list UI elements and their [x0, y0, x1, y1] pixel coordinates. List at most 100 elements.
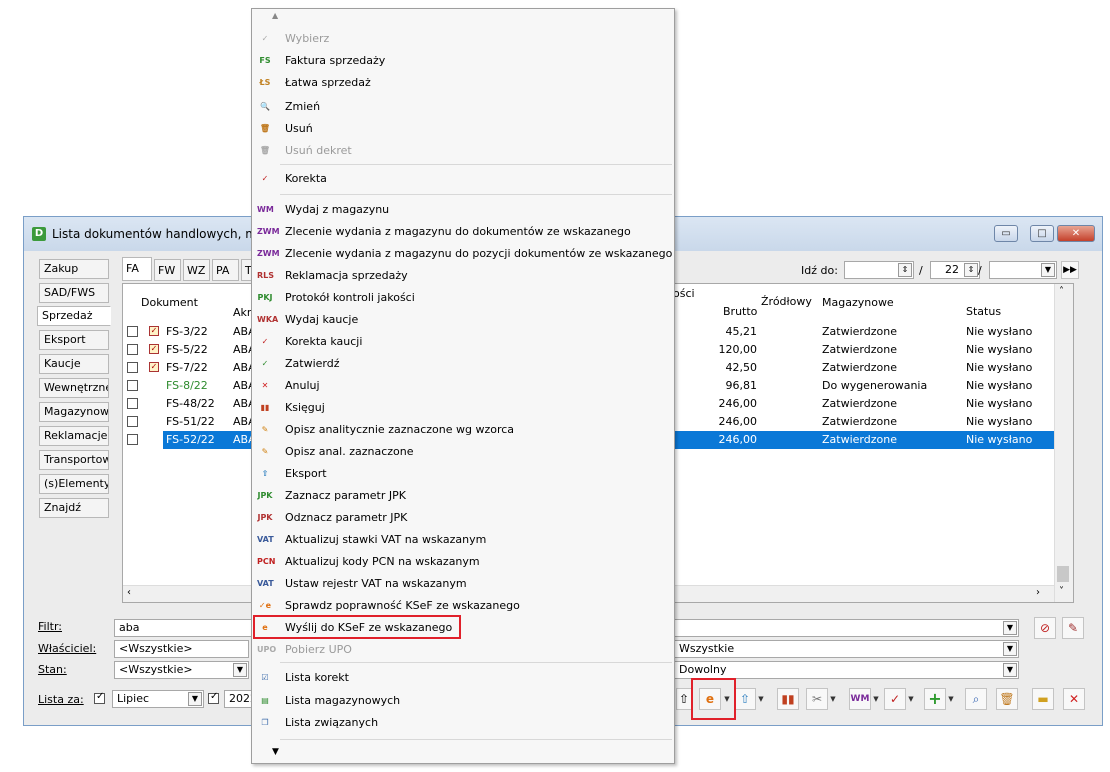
menu-item[interactable]: ✕ Anuluj [252, 375, 674, 397]
menu-item[interactable]: ❐ Lista związanych [252, 712, 674, 734]
state-select[interactable]: <Wszystkie> ▼ [114, 661, 249, 679]
tab-wz[interactable]: WZ [183, 259, 210, 281]
upload-button[interactable]: ⇧ [734, 688, 756, 710]
menu-item[interactable]: ✓ Wybierz [252, 28, 674, 50]
menu-item[interactable]: RLS Reklamacja sprzedaży [252, 265, 674, 287]
menu-item[interactable]: WM Wydaj z magazynu [252, 199, 674, 221]
minimize-button[interactable]: ▭ [994, 225, 1018, 242]
menu-item[interactable]: ⇧ Eksport [252, 463, 674, 485]
goto-input[interactable]: ⇕ [844, 261, 914, 279]
header-status[interactable]: Status [966, 305, 1001, 318]
menu-item[interactable]: ✓ Korekta [252, 168, 674, 190]
menu-item[interactable]: 🗑 Usuń dekret [252, 140, 674, 162]
scroll-left-icon[interactable]: ‹ [127, 587, 131, 598]
vtab-reklamacje[interactable]: Reklamacje [39, 426, 109, 446]
tab-fa[interactable]: FA [122, 257, 152, 281]
close-window-button[interactable]: ✕ [1063, 688, 1085, 710]
row-checkbox[interactable] [127, 344, 138, 355]
last-page-button[interactable]: ▶▶ [1061, 261, 1079, 279]
menu-item[interactable]: 🗑 Usuń [252, 118, 674, 140]
year-field[interactable]: 2022 [224, 690, 252, 708]
menu-item[interactable]: UPO Pobierz UPO [252, 639, 674, 661]
close-button[interactable]: ✕ [1057, 225, 1095, 242]
export-button[interactable]: ⇧ [676, 688, 692, 710]
menu-item[interactable]: ✎ Opisz analitycznie zaznaczone wg wzorca [252, 419, 674, 441]
vtab-kaucje[interactable]: Kaucje [39, 354, 109, 374]
menu-item[interactable]: ✎ Opisz anal. zaznaczone [252, 441, 674, 463]
correction-dropdown-arrow[interactable]: ▼ [907, 688, 915, 710]
vtab-eksport[interactable]: Eksport [39, 330, 109, 350]
chevron-down-icon[interactable]: ▼ [233, 663, 247, 677]
owner-select[interactable]: <Wszystkie> [114, 640, 249, 658]
menu-item[interactable]: FS Faktura sprzedaży [252, 50, 674, 72]
chevron-down-icon[interactable]: ▼ [1003, 621, 1017, 635]
chevron-down-icon[interactable]: ▼ [1003, 663, 1017, 677]
menu-item[interactable]: WKA Wydaj kaucje [252, 309, 674, 331]
owner-right-select[interactable]: Wszystkie ▼ [674, 640, 1019, 658]
menu-item[interactable]: ☑ Lista korekt [252, 667, 674, 689]
row-checkbox[interactable] [127, 380, 138, 391]
menu-item[interactable]: VAT Ustaw rejestr VAT na wskazanym [252, 573, 674, 595]
month-select[interactable]: Lipiec ▼ [112, 690, 204, 708]
spin-icon[interactable]: ⇕ [964, 263, 978, 277]
header-magazynowe[interactable]: Magazynowe [822, 296, 894, 309]
scroll-up-icon[interactable]: ˄ [1059, 286, 1064, 297]
menu-item[interactable]: ✓e Sprawdz poprawność KSeF ze wskazanego [252, 595, 674, 617]
vertical-scrollbar[interactable]: ˄ ˅ [1054, 284, 1073, 602]
header-group[interactable]: ości [673, 287, 695, 300]
state-right-select[interactable]: Dowolny ▼ [674, 661, 1019, 679]
vtab-wewnetrzne[interactable]: Wewnętrzne [39, 378, 109, 398]
add-dropdown-arrow[interactable]: ▼ [947, 688, 955, 710]
header-zrodlowy[interactable]: Źródłowy [761, 295, 812, 308]
chevron-down-icon[interactable]: ▼ [1041, 263, 1055, 277]
scroll-thumb[interactable] [1057, 566, 1069, 582]
tools-button[interactable]: ✂ [806, 688, 828, 710]
menu-item[interactable]: JPK Odznacz parametr JPK [252, 507, 674, 529]
row-checkbox[interactable] [127, 326, 138, 337]
add-button[interactable]: + [924, 688, 946, 710]
wm-button[interactable]: WM [849, 688, 871, 710]
menu-item[interactable]: JPK Zaznacz parametr JPK [252, 485, 674, 507]
menu-scroll-down-icon[interactable]: ▼ [272, 747, 279, 757]
menu-item[interactable]: ▮▮ Księguj [252, 397, 674, 419]
year-checkbox[interactable]: ✓ [208, 691, 219, 704]
vtab-transportowe[interactable]: Transportowe [39, 450, 109, 470]
transport-button[interactable]: ▬ [1032, 688, 1054, 710]
tab-fw[interactable]: FW [154, 259, 181, 281]
vtab-sad-fws[interactable]: SAD/FWS [39, 283, 109, 303]
spin-icon[interactable]: ⇕ [898, 263, 912, 277]
tab-pa[interactable]: PA [212, 259, 239, 281]
menu-item[interactable]: ✓ Zatwierdź [252, 353, 674, 375]
book-button[interactable]: ▮▮ [777, 688, 799, 710]
clear-filter-button[interactable]: ⊘ [1034, 617, 1056, 639]
row-checkbox[interactable] [127, 416, 138, 427]
vtab-zakup[interactable]: Zakup [39, 259, 109, 279]
header-brutto[interactable]: Brutto [723, 305, 757, 318]
scroll-down-icon[interactable]: ˅ [1059, 586, 1064, 597]
filter-settings-button[interactable]: ✎ [1062, 617, 1084, 639]
page-select[interactable]: ▼ [989, 261, 1057, 279]
menu-item[interactable]: ✓ Korekta kaucji [252, 331, 674, 353]
menu-item[interactable]: ▤ Lista magazynowych [252, 690, 674, 712]
list-for-checkbox[interactable]: ✓ [94, 691, 105, 704]
tools-dropdown-arrow[interactable]: ▼ [829, 688, 837, 710]
row-checkbox[interactable] [127, 434, 138, 445]
page-input[interactable]: 22 ⇕ [930, 261, 980, 279]
menu-scroll-up-icon[interactable]: ▲ [272, 11, 278, 20]
menu-item[interactable]: PKJ Protokół kontroli jakości [252, 287, 674, 309]
menu-item[interactable]: 🔍 Zmień [252, 96, 674, 118]
vtab-selementy[interactable]: (s)Elementy [39, 474, 109, 494]
menu-item[interactable]: ZWM Zlecenie wydania z magazynu do pozycj… [252, 243, 674, 265]
row-checkbox[interactable] [127, 398, 138, 409]
menu-item[interactable]: PCN Aktualizuj kody PCN na wskazanym [252, 551, 674, 573]
maximize-button[interactable]: □ [1030, 225, 1054, 242]
menu-item[interactable]: ZWM Zlecenie wydania z magazynu do dokume… [252, 221, 674, 243]
delete-button[interactable]: 🗑 [996, 688, 1018, 710]
vtab-magazynowe[interactable]: Magazynowe [39, 402, 109, 422]
row-checkbox[interactable] [127, 362, 138, 373]
upload-dropdown-arrow[interactable]: ▼ [757, 688, 765, 710]
chevron-down-icon[interactable]: ▼ [1003, 642, 1017, 656]
search-button[interactable]: ⌕ [965, 688, 987, 710]
chevron-down-icon[interactable]: ▼ [188, 692, 202, 706]
vtab-sprzedaz[interactable]: Sprzedaż [37, 306, 111, 326]
